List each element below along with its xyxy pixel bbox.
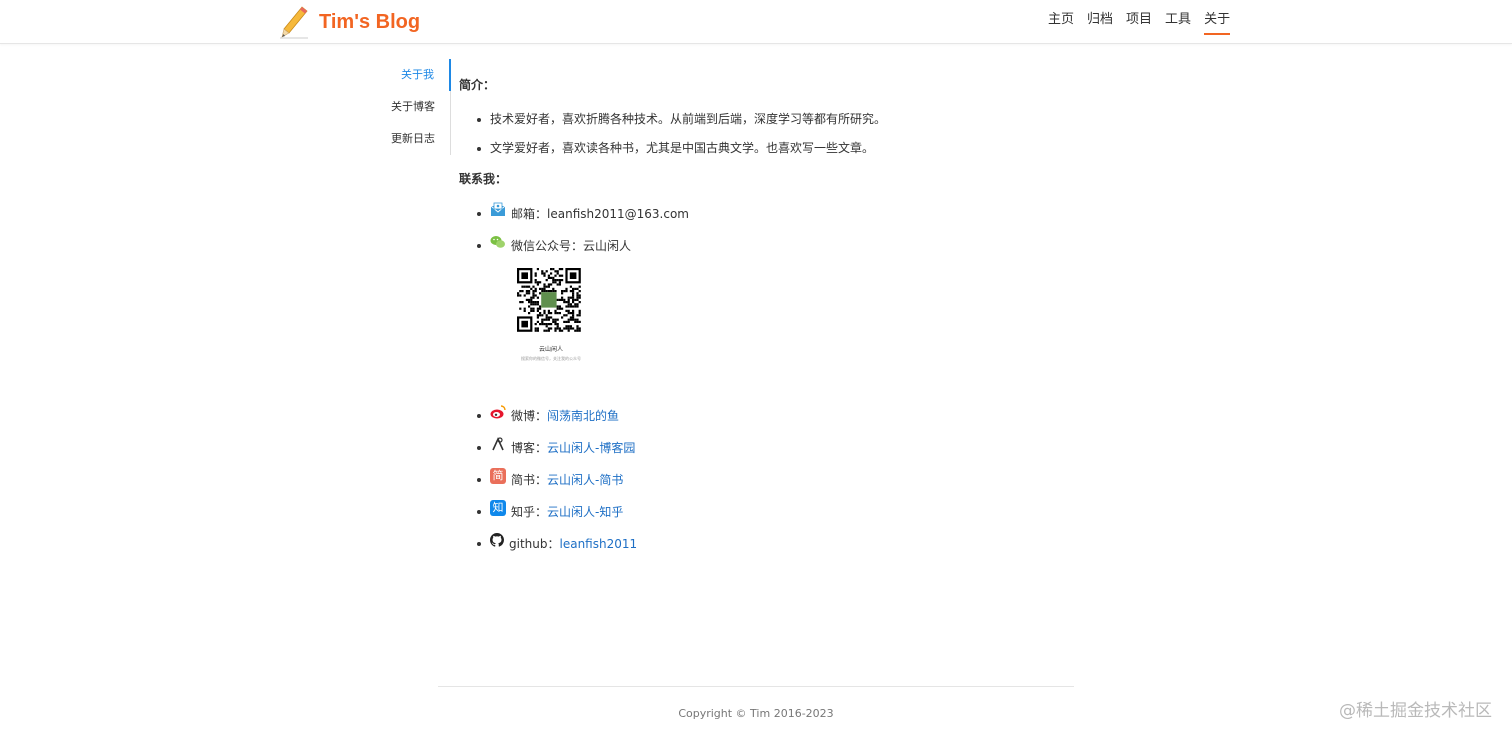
jianshu-label: 简书： [511,473,548,487]
main-content: 简介： 技术爱好者，喜欢折腾各种技术。从前端到后端，深度学习等都有所研究。 文学… [459,74,1099,560]
about-sidebar: 关于我 关于博客 更新日志 [370,59,451,155]
zhihu-link[interactable]: 云山闲人-知乎 [547,496,623,528]
contact-jianshu: 简 简书： 云山闲人-简书 [477,464,1099,496]
nav-projects[interactable]: 项目 [1126,11,1152,35]
cnblogs-icon [492,437,504,451]
site-header: Tim's Blog 主页 归档 项目 工具 关于 [0,0,1512,44]
list-item: 技术爱好者，喜欢折腾各种技术。从前端到后端，深度学习等都有所研究。 [477,105,1099,134]
github-label: github： [509,537,560,551]
sidebar-item-changelog[interactable]: 更新日志 [370,123,450,155]
contact-wechat: 微信公众号： 云山闲人 [477,230,1099,262]
jianshu-icon: 简 [490,468,506,484]
weibo-icon [490,405,506,419]
brand[interactable]: Tim's Blog [280,4,420,40]
contact-heading: 联系我： [459,172,508,186]
watermark: @稀土掘金技术社区 [1339,701,1492,721]
footer-copyright: Copyright © Tim 2016-2023 [678,707,834,720]
site-title: Tim's Blog [319,10,421,33]
jianshu-link[interactable]: 云山闲人-简书 [547,464,623,496]
wechat-value: 云山闲人 [583,239,632,253]
weibo-label: 微博： [511,409,548,423]
intro-heading: 简介： [459,78,496,92]
pencil-logo-icon [280,6,308,39]
social-list: 微博： 闯荡南北的鱼 博客： 云山闲人-博客园 简 简书： 云山闲人-简书 知 … [477,400,1099,560]
wechat-icon [490,236,505,248]
github-icon [490,533,504,547]
wechat-qr-code: 云山闲人 搜索你的微信号，关注我的公众号 [515,268,587,378]
qr-subcaption: 搜索你的微信号，关注我的公众号 [521,356,581,361]
nav-archive[interactable]: 归档 [1087,11,1113,35]
github-link[interactable]: leanfish2011 [560,528,638,560]
zhihu-icon: 知 [490,500,506,516]
contact-zhihu: 知 知乎： 云山闲人-知乎 [477,496,1099,528]
zhihu-label: 知乎： [511,505,548,519]
list-item: 文学爱好者，喜欢读各种书，尤其是中国古典文学。也喜欢写一些文章。 [477,134,1099,163]
nav-tools[interactable]: 工具 [1165,11,1191,35]
wechat-label: 微信公众号： [511,239,584,253]
contact-weibo: 微博： 闯荡南北的鱼 [477,400,1099,432]
main-nav: 主页 归档 项目 工具 关于 [1048,11,1231,35]
cnblogs-label: 博客： [511,441,548,455]
weibo-link[interactable]: 闯荡南北的鱼 [547,400,619,432]
intro-list: 技术爱好者，喜欢折腾各种技术。从前端到后端，深度学习等都有所研究。 文学爱好者，… [477,105,1099,163]
email-label: 邮箱： [511,207,548,221]
contact-list: 邮箱： leanfish2011@163.com 微信公众号： 云山闲人 [477,198,1099,262]
qr-code-image [515,268,587,332]
contact-cnblogs: 博客： 云山闲人-博客园 [477,432,1099,464]
email-value: leanfish2011@163.com [547,207,689,221]
sidebar-item-about-me[interactable]: 关于我 [370,59,451,91]
contact-email: 邮箱： leanfish2011@163.com [477,198,1099,230]
cnblogs-link[interactable]: 云山闲人-博客园 [547,432,635,464]
contact-github: github： leanfish2011 [477,528,1099,560]
nav-home[interactable]: 主页 [1048,11,1074,35]
mail-icon [490,202,506,216]
sidebar-item-about-blog[interactable]: 关于博客 [370,91,450,123]
qr-caption: 云山闲人 [538,346,563,353]
nav-about[interactable]: 关于 [1204,11,1231,35]
footer-divider [438,686,1074,687]
